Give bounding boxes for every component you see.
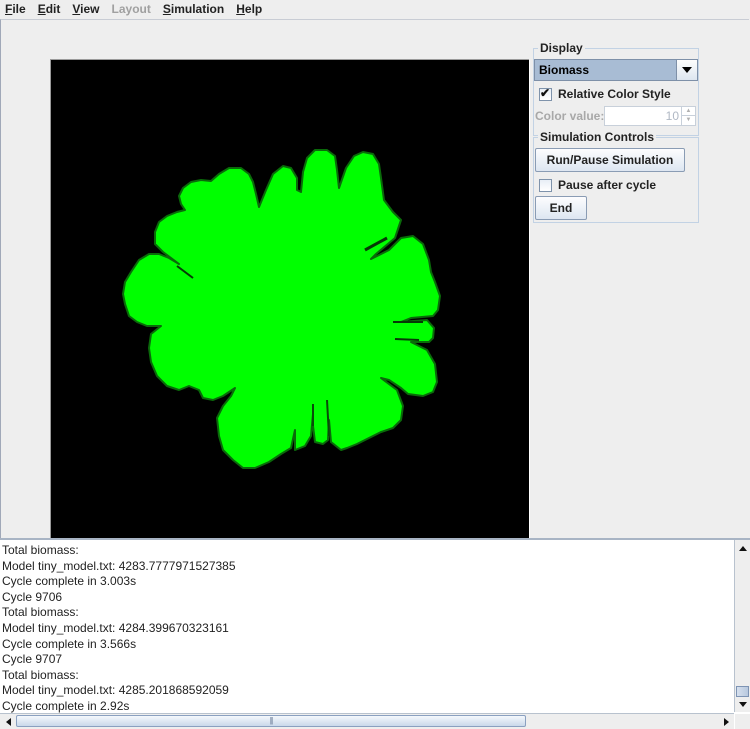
- menu-simulation-mnemonic: S: [162, 2, 171, 16]
- menu-help[interactable]: Help: [230, 0, 268, 19]
- pause-after-cycle-label: Pause after cycle: [558, 178, 657, 192]
- chevron-down-icon: [682, 67, 692, 73]
- color-value-field: 10: [665, 109, 679, 123]
- menu-bar: File Edit View Layout Simulation Help: [0, 0, 750, 19]
- run-pause-button[interactable]: Run/Pause Simulation: [535, 148, 685, 172]
- menu-simulation[interactable]: Simulation: [157, 0, 230, 19]
- menu-edit[interactable]: Edit: [32, 0, 67, 19]
- scroll-down-button[interactable]: [735, 697, 750, 712]
- menu-file[interactable]: File: [0, 0, 32, 19]
- horizontal-scroll-thumb[interactable]: |||: [16, 715, 526, 727]
- main-content: Display Biomass ✔ Relative Color Style C…: [0, 19, 749, 539]
- relative-color-style-checkbox[interactable]: ✔ Relative Color Style: [539, 85, 671, 101]
- relative-color-style-label: Relative Color Style: [558, 87, 671, 101]
- simulation-canvas[interactable]: [51, 60, 530, 539]
- display-dropdown[interactable]: Biomass: [534, 59, 698, 81]
- display-dropdown-value: Biomass: [539, 63, 590, 77]
- menu-layout: Layout: [106, 0, 157, 19]
- arrow-up-icon: [738, 546, 747, 551]
- spinner-down-icon: ▼: [685, 117, 692, 123]
- console-line: Model tiny_model.txt: 4285.201868592059: [2, 683, 229, 698]
- pause-after-cycle-checkbox[interactable]: Pause after cycle: [539, 178, 656, 192]
- scroll-up-button[interactable]: [735, 541, 750, 556]
- arrow-down-icon: [738, 702, 747, 707]
- console-line: Total biomass:: [2, 605, 79, 620]
- checkbox-box[interactable]: ✔: [539, 85, 552, 101]
- menu-simulation-label: imulation: [170, 2, 225, 16]
- spinner-up-icon: ▲: [682, 107, 695, 116]
- console-text-area[interactable]: Total biomass: Model tiny_model.txt: 428…: [2, 543, 732, 715]
- end-button[interactable]: End: [535, 196, 587, 220]
- menu-help-label: elp: [244, 2, 263, 16]
- checkmark-icon: ✔: [540, 85, 551, 100]
- arrow-left-icon: [6, 717, 11, 726]
- display-panel: Display Biomass ✔ Relative Color Style C…: [533, 41, 699, 136]
- menu-layout-label: Layout: [111, 2, 151, 16]
- console-line: Cycle complete in 3.003s: [2, 574, 137, 589]
- menu-view-mnemonic: V: [72, 2, 81, 16]
- simulation-controls-panel: Simulation Controls Run/Pause Simulation…: [533, 130, 699, 223]
- checkbox-box[interactable]: [539, 178, 552, 192]
- menu-file-label: ile: [12, 2, 26, 16]
- colony-crevice: [394, 338, 420, 341]
- console-line: Model tiny_model.txt: 4283.7777971527385: [2, 558, 236, 573]
- vertical-scroll-thumb[interactable]: [736, 686, 749, 697]
- console-output[interactable]: Total biomass: Model tiny_model.txt: 428…: [0, 538, 750, 729]
- console-line: Total biomass:: [2, 667, 79, 682]
- console-line: Total biomass:: [2, 543, 79, 557]
- console-line: Cycle complete in 3.566s: [2, 636, 137, 651]
- arrow-right-icon: [724, 717, 729, 726]
- menu-edit-label: dit: [45, 2, 61, 16]
- dropdown-button[interactable]: [676, 60, 697, 80]
- console-line: Cycle 9706: [2, 589, 63, 604]
- color-value-label: Color value:: [535, 109, 605, 123]
- menu-view-label: iew: [80, 2, 100, 16]
- colony-visualization: [51, 60, 529, 538]
- menu-edit-mnemonic: E: [37, 2, 46, 16]
- console-line: Cycle 9707: [2, 652, 63, 667]
- menu-view[interactable]: View: [66, 0, 105, 19]
- grip-icon: |||: [269, 716, 273, 725]
- color-value-spinner: 10 ▲ ▼: [604, 106, 696, 126]
- simulation-controls-title: Simulation Controls: [538, 130, 656, 144]
- display-panel-title: Display: [538, 41, 585, 55]
- vertical-scrollbar[interactable]: [734, 540, 750, 712]
- spinner-buttons: ▲ ▼: [681, 107, 695, 125]
- menu-help-mnemonic: H: [236, 2, 245, 16]
- console-line: Model tiny_model.txt: 4284.399670323161: [2, 620, 229, 635]
